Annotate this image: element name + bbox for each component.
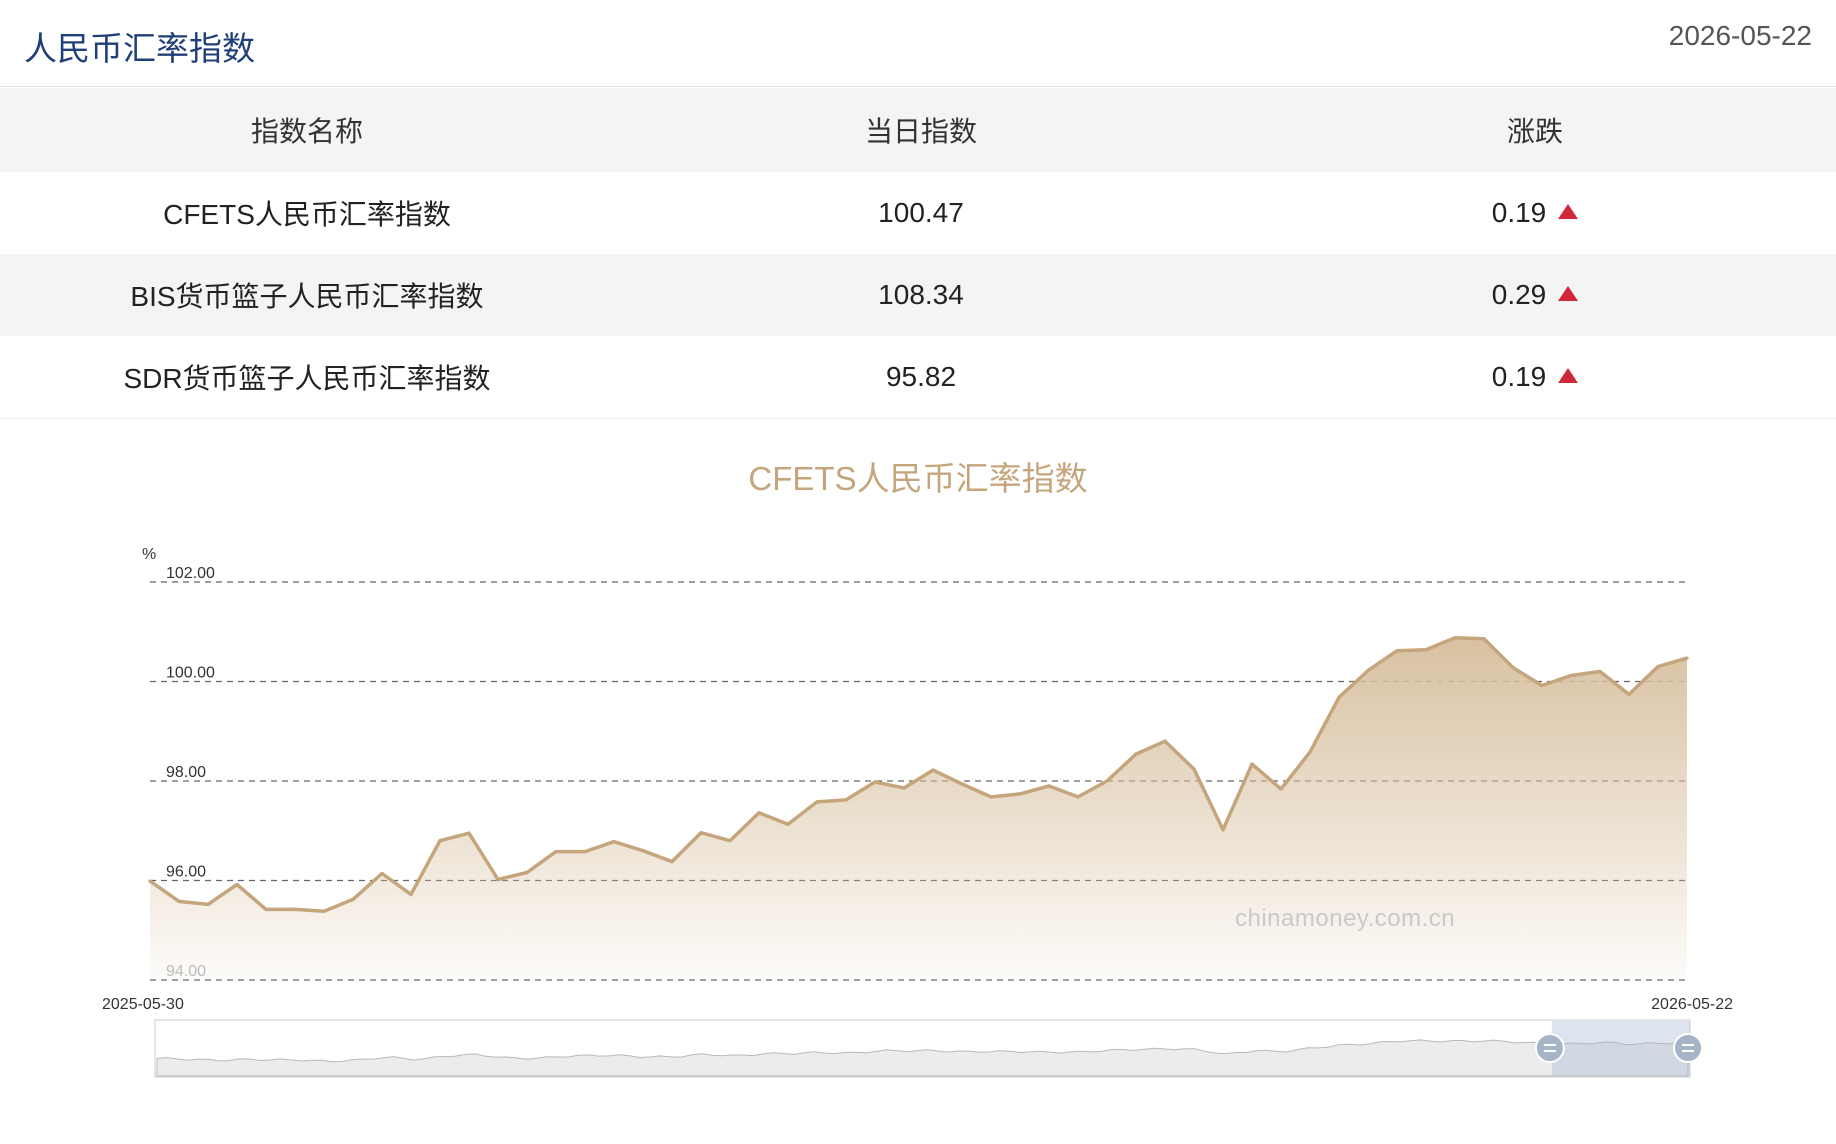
y-tick-label: 98.00	[166, 764, 206, 781]
data-point	[1250, 762, 1254, 766]
change-cell: 0.19	[1228, 172, 1836, 254]
change-value: 0.19	[1491, 361, 1547, 392]
index-value-cell: 100.47	[878, 197, 964, 228]
data-point	[1192, 767, 1196, 771]
data-point	[1163, 739, 1167, 743]
data-point	[1395, 649, 1399, 653]
data-point	[235, 882, 239, 887]
data-point	[583, 850, 587, 854]
page-title: 人民币汇率指数	[24, 30, 255, 67]
data-point	[525, 870, 529, 875]
table-header-row: 指数名称 当日指数 涨跌	[0, 88, 1836, 172]
data-point	[815, 800, 819, 804]
data-point	[322, 909, 326, 913]
change-value: 0.29	[1491, 279, 1547, 310]
data-point	[206, 902, 210, 906]
data-point	[1685, 656, 1689, 660]
data-point	[1569, 673, 1573, 678]
change-cell: 0.29	[1228, 254, 1836, 336]
index-name-cell: CFETS人民币汇率指数	[163, 199, 451, 230]
data-point	[757, 811, 761, 815]
data-point	[1308, 750, 1312, 754]
up-triangle-icon	[1558, 286, 1579, 301]
data-point	[438, 839, 442, 843]
data-point	[1656, 665, 1660, 669]
data-point	[554, 850, 558, 854]
range-slider-handle[interactable]	[1534, 1033, 1565, 1063]
table-row[interactable]: CFETS人民币汇率指数 100.47 0.19	[0, 172, 1836, 254]
index-table: 指数名称 当日指数 涨跌 CFETS人民币汇率指数 100.47 0.19 BI…	[0, 88, 1836, 419]
data-point	[177, 899, 181, 903]
index-name-cell: SDR货币篮子人民币汇率指数	[0, 336, 614, 419]
y-tick-label: 102.00	[166, 565, 215, 582]
column-header-value: 当日指数	[614, 88, 1228, 172]
up-triangle-icon	[1558, 204, 1579, 219]
index-name-cell: BIS货币篮子人民币汇率指数	[0, 254, 614, 336]
data-point	[786, 822, 790, 826]
data-point	[293, 907, 297, 911]
table-row[interactable]: BIS货币篮子人民币汇率指数 108.34 0.29	[0, 254, 1836, 336]
data-point	[1366, 669, 1370, 673]
data-point	[1134, 752, 1138, 756]
y-tick-label: 94.00	[166, 963, 206, 980]
data-point	[1540, 683, 1544, 688]
data-point	[989, 795, 993, 799]
data-point	[148, 879, 152, 883]
data-point	[351, 897, 355, 901]
data-point	[699, 831, 703, 835]
chart-title: CFETS人民币汇率指数	[748, 460, 1088, 497]
change-value: 0.19	[1491, 197, 1547, 228]
data-point	[670, 860, 674, 864]
data-point	[409, 892, 413, 896]
data-point	[873, 780, 877, 784]
data-point	[641, 849, 645, 853]
range-slider-selection[interactable]	[1551, 1021, 1690, 1076]
data-point	[1453, 636, 1457, 640]
data-point	[902, 786, 906, 790]
data-point	[1105, 779, 1109, 783]
data-point	[844, 798, 848, 802]
watermark: chinamoney.com.cn	[1235, 905, 1456, 932]
header-date: 2026-05-22	[1668, 20, 1812, 51]
series-area	[150, 637, 1687, 980]
data-point	[1598, 669, 1602, 674]
data-point	[612, 840, 616, 844]
x-start-label: 2025-05-30	[102, 996, 184, 1013]
data-point	[1018, 792, 1022, 796]
data-point	[1076, 795, 1080, 799]
y-axis-unit: %	[142, 546, 156, 563]
data-point	[728, 839, 732, 843]
data-point	[467, 831, 471, 835]
column-header-change: 涨跌	[1228, 88, 1836, 172]
range-slider-handle[interactable]	[1673, 1033, 1703, 1063]
data-point	[380, 871, 384, 876]
page-header: 人民币汇率指数 2026-05-22	[0, 0, 1836, 87]
change-cell: 0.19	[1228, 336, 1836, 419]
data-point	[1279, 787, 1283, 791]
index-chart: 102.00 100.00 98.00 96.00 94.00% 2025-05-30 20…	[102, 546, 1733, 1078]
y-tick-label: 96.00	[166, 864, 206, 881]
data-point	[496, 877, 500, 882]
data-point	[1627, 692, 1631, 696]
data-point	[1047, 784, 1051, 788]
data-point	[1482, 637, 1486, 641]
data-point	[1424, 648, 1428, 652]
data-point	[1221, 828, 1225, 832]
index-value-cell: 108.34	[614, 254, 1228, 336]
table-row[interactable]: SDR货币篮子人民币汇率指数 95.82 0.19	[0, 336, 1836, 419]
data-point	[264, 907, 268, 911]
up-triangle-icon	[1558, 368, 1579, 383]
x-end-label: 2026-05-22	[1651, 996, 1733, 1013]
index-value-cell: 95.82	[614, 336, 1228, 419]
column-header-name: 指数名称	[0, 88, 614, 172]
data-point	[931, 768, 935, 772]
data-point	[1337, 695, 1341, 699]
data-point	[1511, 666, 1515, 670]
y-tick-label: 100.00	[166, 665, 215, 682]
data-point	[960, 782, 964, 786]
